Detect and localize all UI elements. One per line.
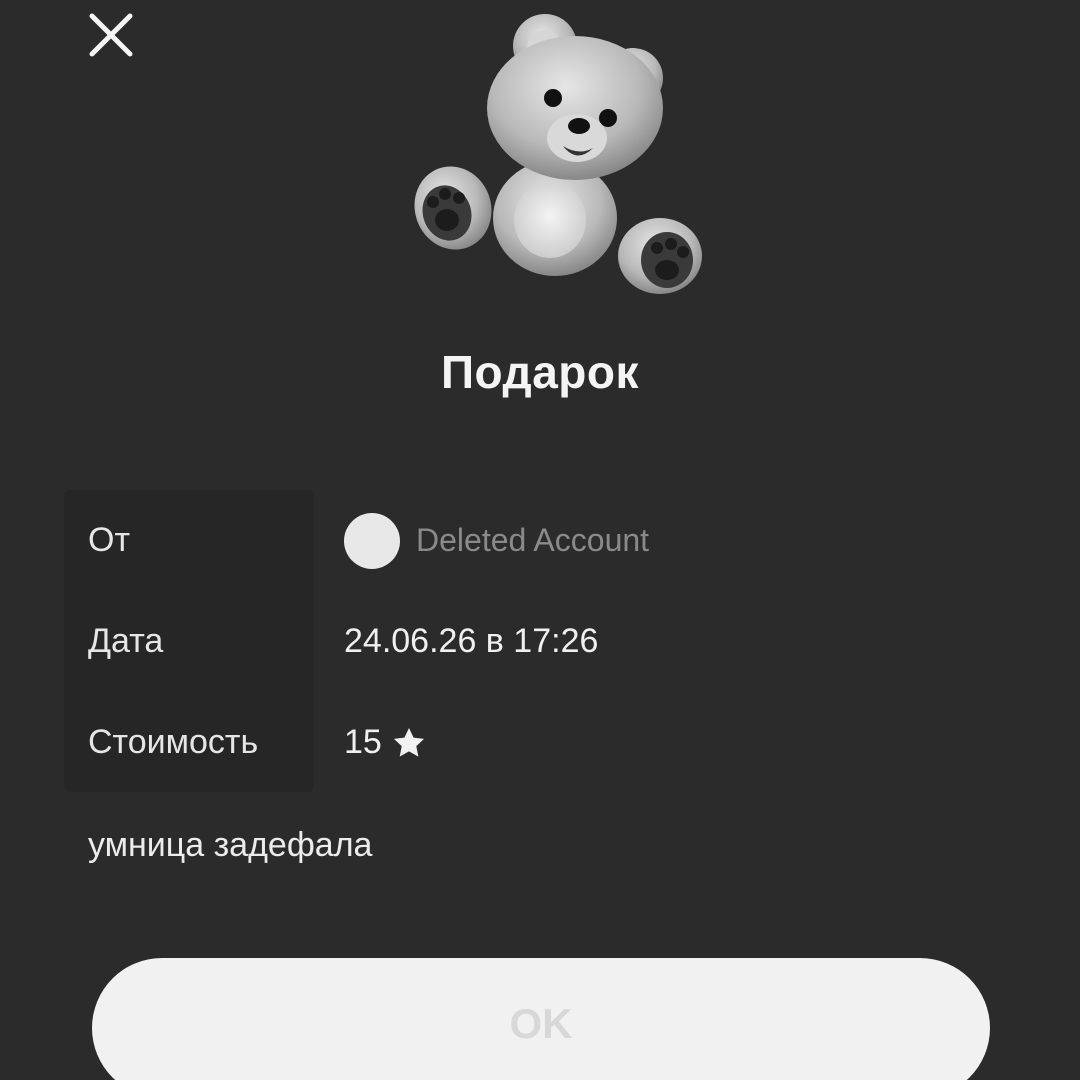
cost-value: 15 <box>344 723 428 762</box>
close-icon <box>89 13 133 57</box>
cost-label: Стоимость <box>88 723 259 761</box>
gift-title: Подарок <box>440 346 640 398</box>
close-button[interactable] <box>86 10 136 60</box>
detail-row-date: Дата 24.06.26 в 17:26 <box>64 591 964 692</box>
gift-message: умница задефала <box>88 826 373 864</box>
teddy-bear-icon <box>414 14 702 294</box>
avatar <box>344 512 400 569</box>
sender-name: Deleted Account <box>416 522 650 558</box>
detail-row-cost: Стоимость 15 <box>64 692 964 793</box>
sender-link[interactable]: Deleted Account <box>344 512 650 569</box>
teddy-bear-sticker <box>405 8 705 298</box>
date-label: Дата <box>88 622 164 660</box>
detail-row-from: От Deleted Account <box>64 490 964 591</box>
from-label: От <box>88 521 131 559</box>
gift-details-table: От Deleted Account Дата 24.06.26 в 17:26… <box>64 490 964 793</box>
gift-info-sheet: Подарок От Deleted Account Дата 24.06.26… <box>0 0 1080 1080</box>
date-value: 24.06.26 в 17:26 <box>344 622 599 660</box>
star-icon <box>393 727 424 757</box>
cost-amount: 15 <box>344 723 382 761</box>
ok-button-label: OK <box>509 1000 573 1047</box>
ok-button[interactable]: OK <box>92 958 990 1080</box>
